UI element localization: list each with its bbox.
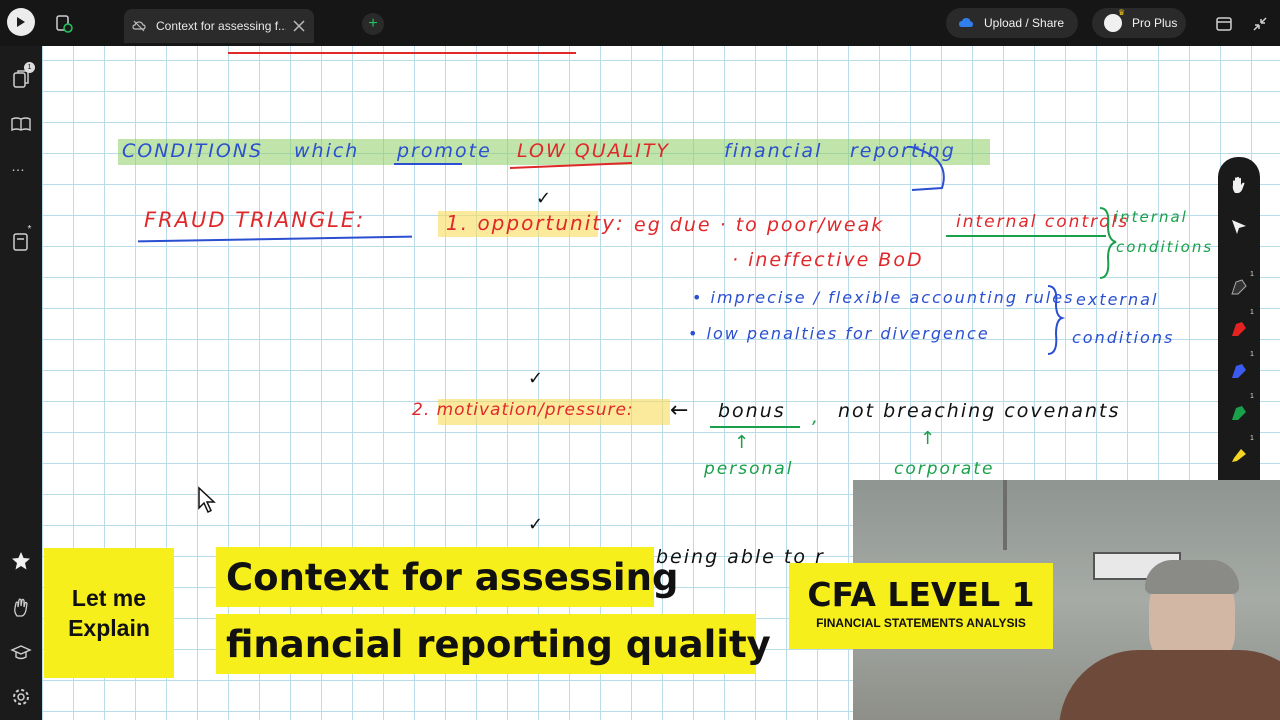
video-title-line: Context for assessing	[216, 547, 678, 607]
bonus-text: bonus	[718, 400, 786, 422]
motivation-pressure-label: 2. motivation/pressure:	[412, 400, 634, 420]
badge-line: Explain	[68, 615, 150, 641]
favorites-button[interactable]	[10, 550, 32, 572]
plus-icon: +	[368, 15, 378, 32]
hand-gesture-icon	[14, 598, 28, 617]
green-underline	[946, 235, 1106, 237]
imprecise-rules-text: • imprecise / flexible accounting rules	[692, 288, 1075, 307]
heading-underlines	[394, 146, 945, 191]
star-icon	[12, 552, 30, 570]
pro-plus-label: Pro Plus	[1132, 16, 1178, 30]
presenter-hoodie	[1059, 650, 1280, 720]
gestures-button[interactable]	[10, 596, 32, 618]
up-arrow: ↑	[920, 428, 936, 449]
collapse-icon[interactable]	[1250, 14, 1270, 34]
badge-line: Let me	[71, 585, 147, 611]
upload-share-button[interactable]: Upload / Share	[946, 8, 1078, 38]
mouse-cursor-icon	[198, 486, 216, 514]
pen-count: 1	[1250, 351, 1254, 358]
opportunity-label: 1. opportunity:	[446, 211, 625, 235]
pen-toolbar: 1 1 1 1 1	[1218, 157, 1260, 480]
heading-word: which	[294, 140, 360, 162]
cfa-title: CFA LEVEL 1	[807, 575, 1035, 614]
app-logo-icon[interactable]	[7, 8, 35, 36]
pen-black-icon[interactable]	[1229, 277, 1249, 297]
pen-green-icon[interactable]	[1229, 403, 1249, 423]
pen-count: 1	[1250, 271, 1254, 278]
external-conditions-text: external	[1076, 290, 1159, 309]
pen-red-icon[interactable]	[1229, 319, 1249, 339]
document-sync-icon[interactable]	[54, 14, 74, 34]
more-icon[interactable]: …	[11, 158, 26, 174]
up-arrow: ↑	[734, 432, 750, 453]
book-icon	[11, 117, 31, 132]
notebook-button[interactable]: *	[10, 224, 32, 252]
app-window: Context for assessing f... * + Upload / …	[0, 0, 1280, 720]
video-title-text: Context for assessing	[226, 555, 679, 599]
avatar: ♛	[1104, 8, 1125, 32]
cloud-off-icon	[132, 20, 146, 32]
left-sidebar: 1 … *	[0, 46, 42, 720]
video-title-line: financial reporting quality	[216, 614, 771, 674]
hand-icon[interactable]	[1229, 175, 1249, 195]
new-tab-button[interactable]: +	[362, 13, 384, 35]
tab-title: Context for assessing f... *	[156, 19, 286, 33]
cloud-upload-icon	[959, 18, 973, 27]
gear-icon	[13, 689, 29, 705]
personal-text: personal	[704, 459, 794, 479]
graduation-cap-icon	[10, 645, 32, 660]
pointer-icon[interactable]	[1229, 217, 1249, 237]
check-mark: ✓	[528, 368, 546, 389]
notebook-badge: *	[27, 224, 32, 235]
pages-button[interactable]: 1	[10, 62, 35, 90]
red-underline	[228, 52, 576, 54]
comma-text: ,	[812, 406, 821, 428]
check-mark: ✓	[536, 188, 554, 209]
blue-brace	[1047, 285, 1066, 355]
fraud-triangle-title: FRAUD TRIANGLE:	[144, 208, 366, 232]
internal-conditions-text: internal	[1114, 208, 1188, 226]
add-page-icon[interactable]	[1214, 14, 1234, 34]
close-icon[interactable]	[292, 19, 306, 33]
lamp-cord	[1003, 480, 1007, 550]
internal-conditions-text: conditions	[1116, 238, 1214, 256]
video-title-text: financial reporting quality	[226, 622, 771, 666]
opportunity-text: eg due · to poor/weak	[634, 214, 885, 236]
green-underline	[710, 426, 800, 428]
ineffective-bod-text: · ineffective BoD	[732, 249, 924, 271]
let-me-explain-badge: Let me Explain	[44, 548, 174, 678]
external-conditions-text: conditions	[1072, 328, 1175, 347]
pen-count: 1	[1250, 309, 1254, 316]
left-arrow: ←	[670, 398, 689, 423]
low-penalties-text: • low penalties for divergence	[688, 324, 990, 343]
upload-share-label: Upload / Share	[984, 16, 1065, 30]
top-bar: Context for assessing f... * + Upload / …	[0, 0, 1280, 46]
blue-underline	[138, 235, 412, 243]
presenter-hair	[1145, 560, 1239, 594]
highlighter-yellow-icon[interactable]	[1229, 445, 1249, 465]
notebook-view-button[interactable]	[10, 113, 32, 135]
learn-button[interactable]	[10, 642, 32, 664]
not-breaching-text: not breaching covenants	[838, 400, 1121, 422]
cfa-level-badge: CFA LEVEL 1 FINANCIAL STATEMENTS ANALYSI…	[789, 563, 1053, 649]
green-brace	[1099, 207, 1117, 279]
tab-document[interactable]: Context for assessing f... *	[124, 9, 314, 43]
pages-badge: 1	[24, 62, 35, 73]
settings-button[interactable]	[10, 686, 32, 708]
cfa-subtitle: FINANCIAL STATEMENTS ANALYSIS	[816, 616, 1026, 630]
check-mark: ✓	[528, 514, 546, 535]
crown-icon: ♛	[1118, 8, 1126, 17]
corporate-text: corporate	[894, 459, 995, 479]
pen-count: 1	[1250, 435, 1254, 442]
pen-count: 1	[1250, 393, 1254, 400]
pro-plus-button[interactable]: ♛ Pro Plus	[1092, 8, 1186, 38]
pen-blue-icon[interactable]	[1229, 361, 1249, 381]
heading-word: CONDITIONS	[122, 140, 264, 162]
